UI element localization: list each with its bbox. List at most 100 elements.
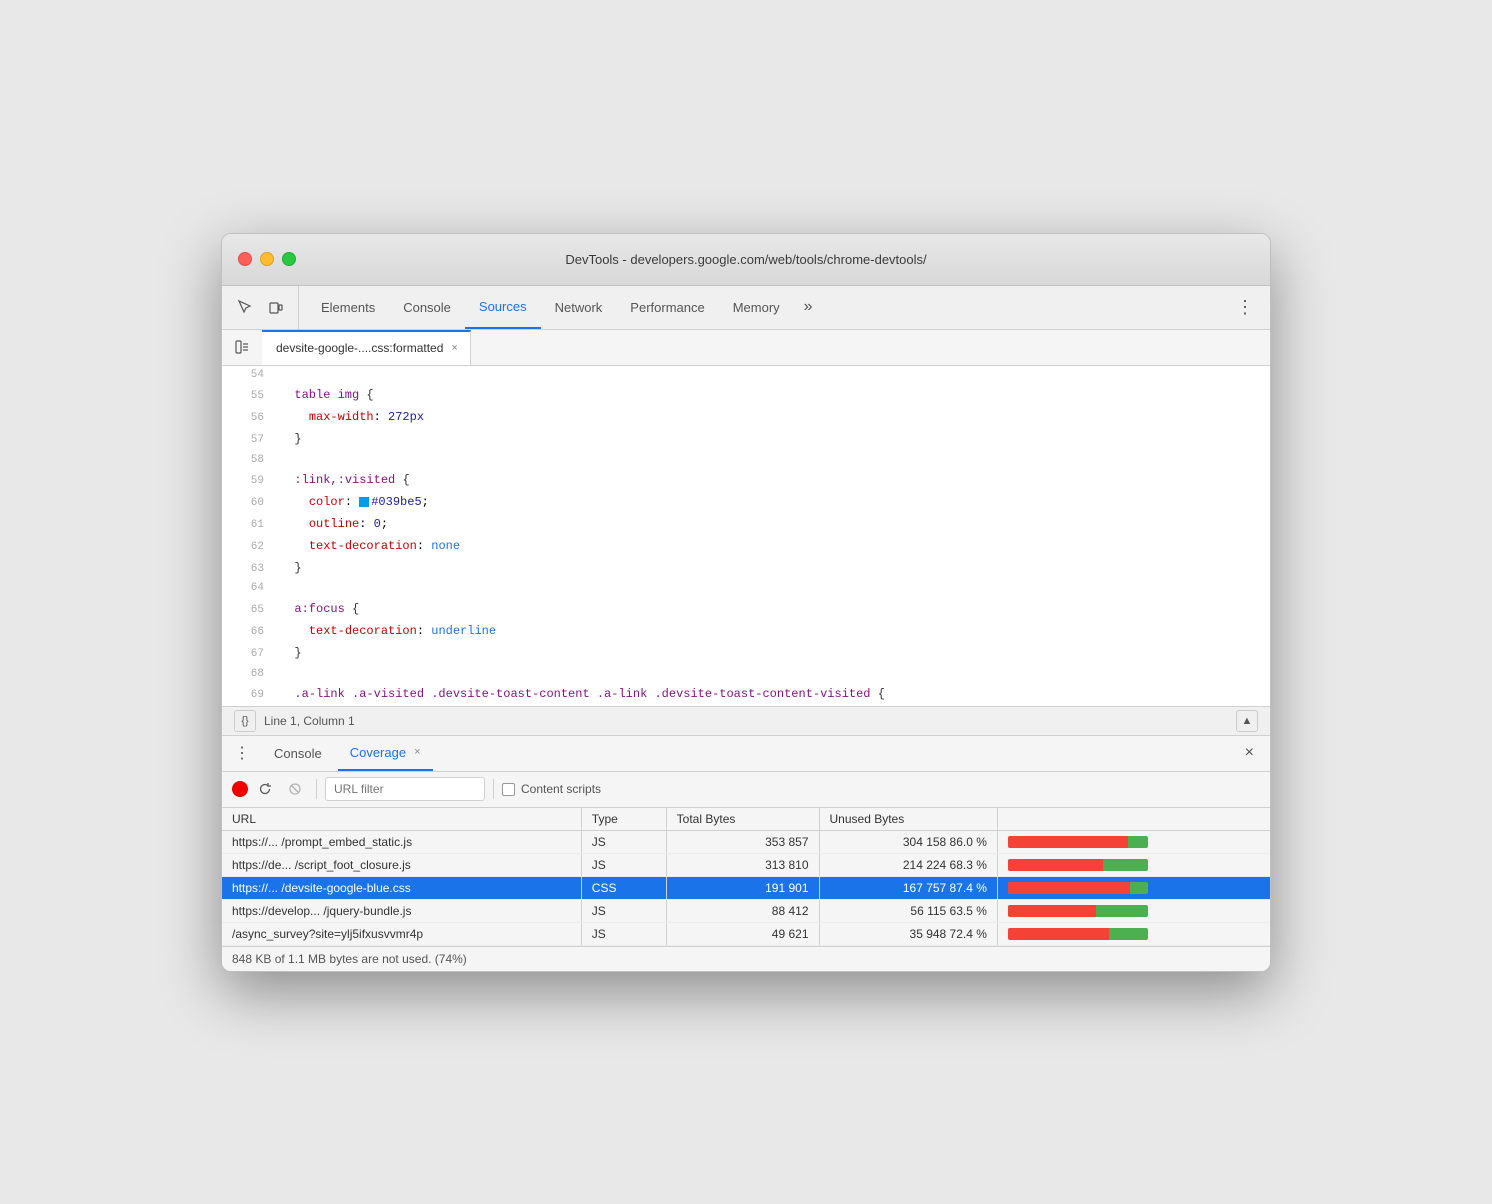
file-tab-css[interactable]: devsite-google-....css:formatted × [262,330,471,365]
bottom-panel-close-button[interactable]: × [1237,740,1262,766]
reload-button[interactable] [252,776,278,802]
code-line-65: 65 a:focus { [222,599,1270,621]
code-line-62: 62 text-decoration: none [222,536,1270,558]
col-header-url[interactable]: URL [222,808,581,831]
stop-button[interactable] [282,776,308,802]
file-tab-label: devsite-google-....css:formatted [276,341,443,355]
cell-type: CSS [581,876,666,899]
cell-bar [997,853,1270,876]
table-header-row: URL Type Total Bytes Unused Bytes [222,808,1270,831]
scroll-indicator: ▲ [1236,710,1258,732]
table-row[interactable]: /async_survey?site=ylj5ifxusvvmr4pJS49 6… [222,922,1270,945]
scroll-up-button[interactable]: ▲ [1236,710,1258,732]
cell-bar [997,830,1270,853]
cell-type: JS [581,830,666,853]
cell-unused-bytes: 56 115 63.5 % [819,899,997,922]
bottom-tab-bar: ⋮ Console Coverage × × [222,736,1270,772]
minimize-button[interactable] [260,252,274,266]
traffic-lights [238,252,296,266]
main-tab-bar: Elements Console Sources Network Perform… [222,286,1270,330]
tab-bar-tools [230,286,299,329]
table-row[interactable]: https://develop... /jquery-bundle.jsJS88… [222,899,1270,922]
cell-unused-bytes: 167 757 87.4 % [819,876,997,899]
inspect-icon[interactable] [230,293,258,321]
code-editor[interactable]: 54 55 table img { 56 max-width: 272px 57… [222,366,1270,706]
cell-url: https://... /prompt_embed_static.js [222,830,581,853]
content-scripts-label[interactable]: Content scripts [502,782,601,796]
col-header-type[interactable]: Type [581,808,666,831]
tab-sources[interactable]: Sources [465,286,541,329]
col-header-unused-bytes[interactable]: Unused Bytes [819,808,997,831]
cursor-position: Line 1, Column 1 [264,714,355,728]
table-row[interactable]: https://de... /script_foot_closure.jsJS3… [222,853,1270,876]
code-line-54: 54 [222,366,1270,386]
coverage-toolbar: Content scripts [222,772,1270,808]
cell-url: /async_survey?site=ylj5ifxusvvmr4p [222,922,581,945]
cell-bar [997,876,1270,899]
cell-unused-bytes: 214 224 68.3 % [819,853,997,876]
code-line-58: 58 [222,451,1270,471]
code-line-57: 57 } [222,429,1270,451]
cell-total-bytes: 313 810 [666,853,819,876]
coverage-table-container: URL Type Total Bytes Unused Bytes https:… [222,808,1270,946]
cell-type: JS [581,899,666,922]
code-line-56: 56 max-width: 272px [222,407,1270,429]
file-tab-bar: devsite-google-....css:formatted × [222,330,1270,366]
device-toolbar-icon[interactable] [262,293,290,321]
coverage-table-body: https://... /prompt_embed_static.jsJS353… [222,830,1270,945]
cell-total-bytes: 191 901 [666,876,819,899]
pretty-print-button[interactable]: {} [234,710,256,732]
bottom-panel-more-icon[interactable]: ⋮ [230,741,254,765]
tab-elements[interactable]: Elements [307,286,389,329]
toolbar-separator-2 [493,779,494,799]
url-filter-input[interactable] [325,777,485,801]
panel-footer: 848 KB of 1.1 MB bytes are not used. (74… [222,946,1270,971]
file-panel-toggle-icon[interactable] [230,335,254,359]
code-line-61: 61 outline: 0; [222,514,1270,536]
close-button[interactable] [238,252,252,266]
maximize-button[interactable] [282,252,296,266]
tab-bar-right: ⋮ [1228,286,1262,329]
bottom-panel: ⋮ Console Coverage × × [222,736,1270,971]
tab-console[interactable]: Console [389,286,465,329]
cell-unused-bytes: 304 158 86.0 % [819,830,997,853]
code-line-55: 55 table img { [222,385,1270,407]
cell-url: https://develop... /jquery-bundle.js [222,899,581,922]
cell-type: JS [581,853,666,876]
tab-performance[interactable]: Performance [616,286,718,329]
code-line-60: 60 color: #039be5; [222,492,1270,514]
window-title: DevTools - developers.google.com/web/too… [565,252,926,267]
coverage-tab-close[interactable]: × [414,746,420,758]
tabs-more-button[interactable]: » [794,286,823,329]
cell-url: https://... /devsite-google-blue.css [222,876,581,899]
code-line-66: 66 text-decoration: underline [222,621,1270,643]
code-line-59: 59 :link,:visited { [222,470,1270,492]
col-header-total-bytes[interactable]: Total Bytes [666,808,819,831]
bottom-tab-console[interactable]: Console [262,736,334,771]
cell-bar [997,922,1270,945]
cell-unused-bytes: 35 948 72.4 % [819,922,997,945]
coverage-table: URL Type Total Bytes Unused Bytes https:… [222,808,1270,946]
tab-network[interactable]: Network [541,286,617,329]
content-scripts-checkbox[interactable] [502,783,515,796]
code-line-63: 63 } [222,558,1270,580]
code-lines: 54 55 table img { 56 max-width: 272px 57… [222,366,1270,706]
record-button[interactable] [232,781,248,797]
file-tab-close[interactable]: × [451,342,457,354]
table-row[interactable]: https://... /prompt_embed_static.jsJS353… [222,830,1270,853]
tab-memory[interactable]: Memory [719,286,794,329]
footer-text: 848 KB of 1.1 MB bytes are not used. (74… [232,952,467,966]
title-bar: DevTools - developers.google.com/web/too… [222,234,1270,286]
devtools-window: DevTools - developers.google.com/web/too… [221,233,1271,972]
code-line-67: 67 } [222,643,1270,665]
table-row[interactable]: https://... /devsite-google-blue.cssCSS1… [222,876,1270,899]
cell-total-bytes: 353 857 [666,830,819,853]
col-header-bar [997,808,1270,831]
main-tabs: Elements Console Sources Network Perform… [307,286,1228,329]
cell-total-bytes: 88 412 [666,899,819,922]
bottom-tab-coverage[interactable]: Coverage × [338,736,433,771]
cell-bar [997,899,1270,922]
devtools-menu-icon[interactable]: ⋮ [1228,293,1262,322]
cell-type: JS [581,922,666,945]
cell-url: https://de... /script_foot_closure.js [222,853,581,876]
